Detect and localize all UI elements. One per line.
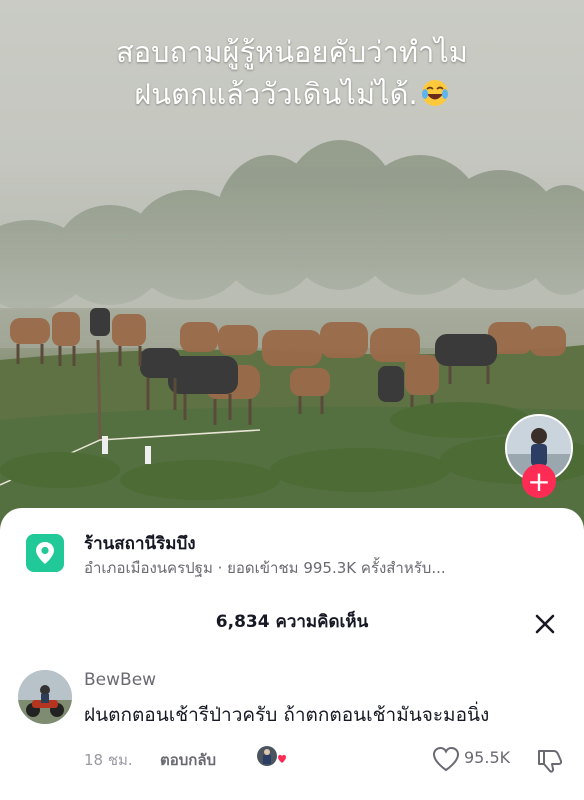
creator-liked-icon bbox=[257, 746, 286, 766]
video-caption-line-2-text: ฝนตกแล้ววัวเดินไม่ได้. bbox=[134, 77, 418, 111]
commenter-avatar[interactable] bbox=[18, 670, 72, 724]
location-meta: อำเภอเมืองนครปฐม · ยอดเข้าชม 995.3K ครั้… bbox=[84, 559, 446, 577]
video-caption-line-1: สอบถามผู้รู้หน่อยคับว่าทำไม bbox=[116, 35, 468, 69]
video-player[interactable]: สอบถามผู้รู้หน่อยคับว่าทำไม ฝนตกแล้ววัวเ… bbox=[0, 0, 584, 540]
commenter-username[interactable]: BewBew bbox=[84, 670, 156, 690]
heart-icon[interactable] bbox=[432, 746, 460, 772]
close-icon[interactable] bbox=[531, 610, 559, 638]
face-with-tears-of-joy-icon bbox=[421, 80, 448, 106]
comment-item: BewBew ฝนตกตอนเช้ารีป่าวครับ ถ้าตกตอนเช้… bbox=[18, 668, 574, 788]
like-count: 95.5K bbox=[464, 748, 511, 767]
commenter-avatar-image bbox=[18, 670, 72, 724]
location-row[interactable]: ร้านสถานีริมบึง อำเภอเมืองนครปฐม · ยอดเข… bbox=[26, 530, 566, 584]
dislike-icon[interactable] bbox=[536, 746, 564, 774]
comments-sheet: ร้านสถานีริมบึง อำเภอเมืองนครปฐม · ยอดเข… bbox=[0, 508, 584, 800]
video-caption-line-2: ฝนตกแล้ววัวเดินไม่ได้. bbox=[0, 72, 584, 116]
comment-timestamp: 18 ชม. bbox=[84, 751, 133, 769]
comments-count-title: 6,834 ความคิดเห็น bbox=[215, 612, 369, 632]
location-pin-icon bbox=[26, 534, 64, 572]
reply-button[interactable]: ตอบกลับ bbox=[160, 748, 216, 772]
comment-text: ฝนตกตอนเช้ารีป่าวครับ ถ้าตกตอนเช้ามันจะม… bbox=[84, 704, 490, 726]
follow-button[interactable]: + bbox=[522, 464, 556, 498]
location-name: ร้านสถานีริมบึง bbox=[84, 534, 196, 554]
